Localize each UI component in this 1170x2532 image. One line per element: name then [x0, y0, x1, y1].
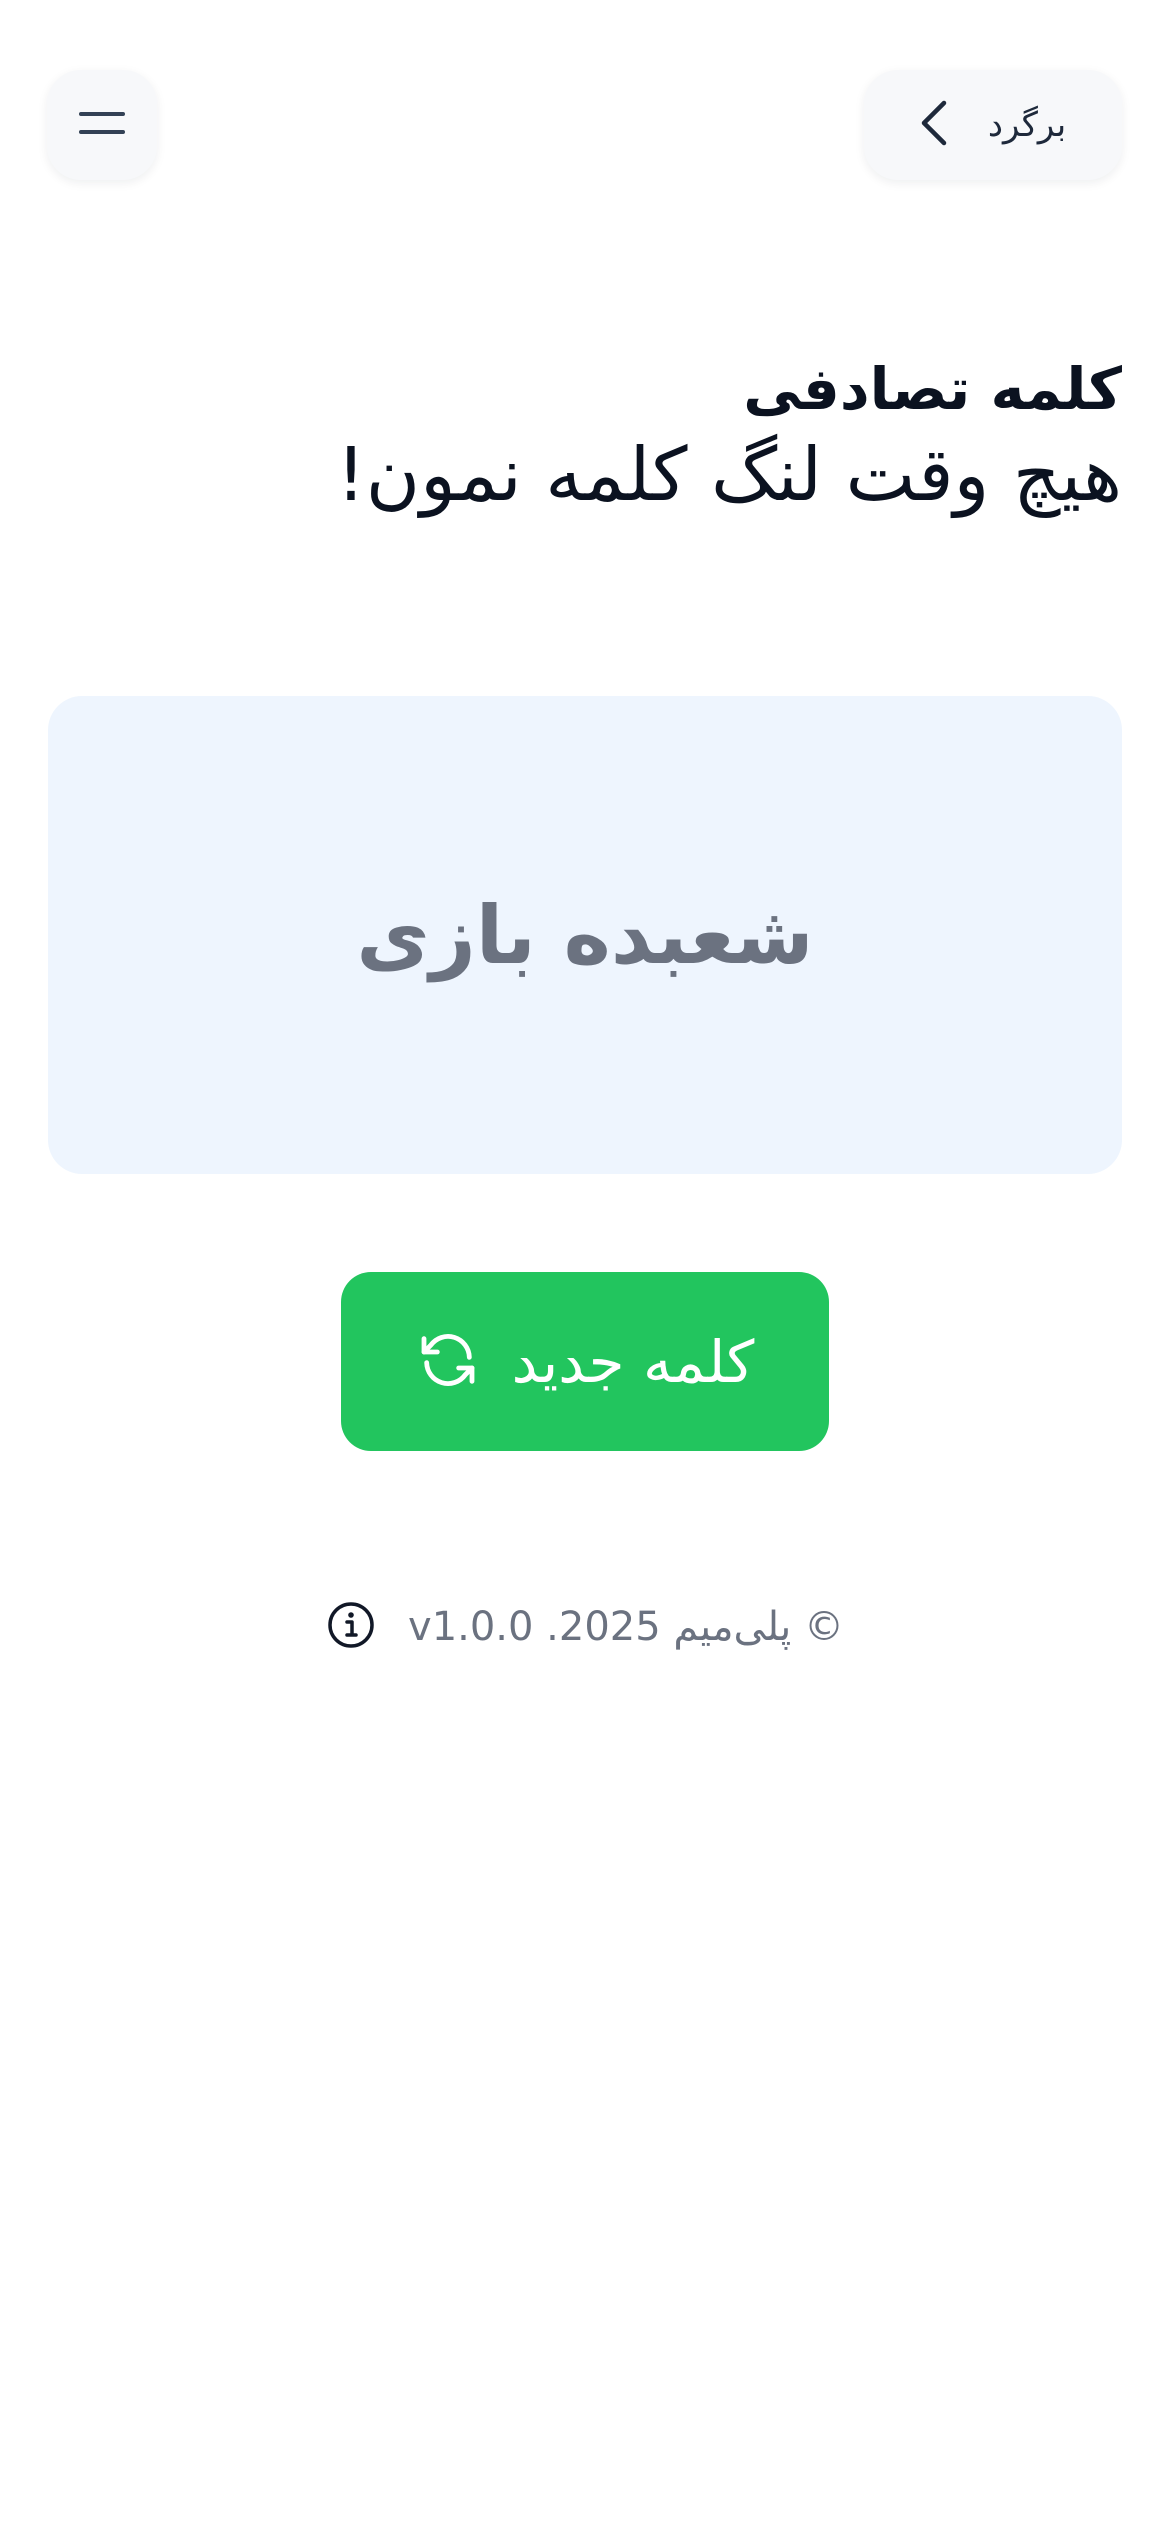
page-heading: کلمه تصادفی هیچ وقت لنگ کلمه نمون! [336, 355, 1122, 521]
refresh-icon [416, 1328, 480, 1396]
copyright-text: v1.0.0 .پلی‌میم 2025 © [408, 1604, 844, 1650]
menu-button[interactable] [47, 70, 157, 180]
new-word-label: کلمه جدید [511, 1327, 755, 1396]
back-label: برگرد [987, 105, 1067, 145]
info-icon[interactable] [326, 1600, 376, 1654]
back-button[interactable]: برگرد [864, 70, 1122, 180]
random-word-card: شعبده بازی [48, 696, 1122, 1174]
new-word-button[interactable]: کلمه جدید [341, 1272, 829, 1451]
page-subtitle: هیچ وقت لنگ کلمه نمون! [336, 431, 1122, 518]
chevron-left-icon [920, 100, 948, 150]
footer: v1.0.0 .پلی‌میم 2025 © [0, 1600, 1170, 1654]
page-title: کلمه تصادفی [743, 355, 1122, 423]
random-word: شعبده بازی [356, 888, 814, 982]
menu-icon [79, 108, 125, 142]
